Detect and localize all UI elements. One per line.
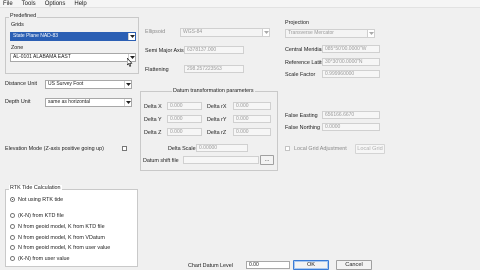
central-meridian-field[interactable]: 085°50'00.0000"W	[322, 45, 380, 53]
chevron-down-icon[interactable]	[128, 33, 135, 40]
projection-label: Projection	[285, 20, 309, 26]
chevron-down-icon[interactable]	[124, 81, 131, 88]
datum-legend: Datum transformation parameters	[172, 88, 255, 94]
delta-y-label: Delta Y	[144, 117, 162, 123]
delta-rz-label: Delta rZ	[207, 130, 227, 136]
rtk-option-radio-5[interactable]	[10, 256, 15, 261]
semi-major-axis-field[interactable]: 6378137.000	[184, 46, 244, 54]
false-easting-field[interactable]: 656166.6670	[322, 111, 380, 119]
chevron-down-icon[interactable]	[124, 99, 131, 106]
rtk-option-label-4: N from geoid model, K from user value	[18, 245, 111, 251]
datum-shift-file-label: Datum shift file	[143, 158, 179, 164]
rtk-option-radio-0[interactable]	[10, 197, 15, 202]
delta-ry-label: Delta rY	[207, 117, 227, 123]
flattening-label: Flattening	[145, 67, 169, 73]
menu-tools[interactable]: Tools	[22, 1, 36, 7]
local-grid-adjustment-label: Local Grid Adjustment	[294, 146, 347, 152]
reference-latitude-field[interactable]: 30°30'00.0000"N	[322, 58, 380, 66]
ok-button[interactable]: OK	[293, 260, 329, 270]
rtk-option-label-0: Not using RTK tide	[18, 197, 64, 203]
depth-unit-select[interactable]: same as horizontal	[45, 98, 132, 107]
rtk-option-radio-2[interactable]	[10, 224, 15, 229]
chevron-down-icon[interactable]	[367, 30, 374, 37]
delta-z-field[interactable]: 0.000	[167, 128, 202, 136]
distance-unit-select[interactable]: US Survey Foot	[45, 80, 132, 89]
predefined-group	[5, 17, 139, 74]
distance-unit-value: US Survey Foot	[48, 81, 84, 87]
false-easting-label: False Easting	[285, 113, 318, 119]
flattening-field[interactable]: 298.257223563	[184, 65, 244, 73]
false-northing-label: False Northing	[285, 125, 321, 131]
ellipsoid-value: WGS-84	[183, 29, 203, 35]
predefined-legend: Predefined	[9, 13, 38, 19]
chart-datum-level-label: Chart Datum Level	[188, 263, 233, 269]
ellipsoid-label: Ellipsoid	[145, 29, 166, 35]
delta-z-label: Delta Z	[144, 130, 162, 136]
mouse-cursor-icon	[127, 58, 133, 67]
projection-value: Transverse Mercator	[288, 30, 334, 36]
rtk-option-radio-4[interactable]	[10, 245, 15, 250]
local-grid-button[interactable]: Local Grid	[355, 144, 385, 154]
delta-x-label: Delta X	[144, 104, 162, 110]
semi-major-axis-label: Semi Major Axis	[145, 48, 184, 54]
chart-datum-level-field[interactable]: 0.00	[246, 261, 290, 269]
delta-x-field[interactable]: 0.000	[167, 102, 202, 110]
grids-select[interactable]: State Plane NAD-83	[10, 32, 136, 41]
elevation-mode-label: Elevation Mode (Z-axis positive going up…	[5, 146, 104, 152]
rtk-tide-legend: RTK Tide Calculation	[9, 185, 62, 191]
zone-label: Zone	[11, 45, 24, 51]
menu-help[interactable]: Help	[74, 1, 86, 7]
rtk-option-label-3: N from geoid model, K from VDatum	[18, 235, 105, 241]
local-grid-adjustment-checkbox[interactable]	[285, 146, 290, 151]
delta-ry-field[interactable]: 0.000	[233, 115, 271, 123]
elevation-mode-checkbox[interactable]	[122, 146, 127, 151]
delta-rz-field[interactable]: 0.000	[233, 128, 271, 136]
scale-factor-field[interactable]: 0.999960000	[322, 70, 380, 78]
datum-shift-file-field[interactable]	[183, 156, 259, 164]
false-northing-field[interactable]: 0.0000	[322, 123, 380, 131]
grids-value: State Plane NAD-83	[13, 33, 59, 39]
menu-bar: File Tools Options Help	[0, 0, 480, 8]
chevron-down-icon[interactable]	[262, 29, 269, 36]
zone-select[interactable]: AL-0101 ALABAMA EAST	[10, 53, 136, 62]
central-meridian-label: Central Meridian	[285, 47, 325, 53]
delta-scale-label: Delta Scale	[168, 146, 196, 152]
rtk-option-label-1: (K-N) from KTD file	[18, 213, 64, 219]
menu-file[interactable]: File	[3, 1, 13, 7]
scale-factor-label: Scale Factor	[285, 72, 316, 78]
rtk-option-label-5: (K-N) from user value	[18, 256, 70, 262]
distance-unit-label: Distance Unit	[5, 81, 38, 87]
depth-unit-value: same as horizontal	[48, 99, 90, 105]
rtk-option-radio-3[interactable]	[10, 235, 15, 240]
delta-y-field[interactable]: 0.000	[167, 115, 202, 123]
ellipsoid-select[interactable]: WGS-84	[180, 28, 270, 37]
menu-options[interactable]: Options	[45, 1, 66, 7]
cancel-button[interactable]: Cancel	[336, 260, 372, 270]
depth-unit-label: Depth Unit	[5, 99, 31, 105]
browse-datum-shift-button[interactable]: ...	[260, 155, 274, 165]
delta-rx-label: Delta rX	[207, 104, 227, 110]
delta-scale-field[interactable]: 0.00000	[196, 144, 248, 152]
delta-rx-field[interactable]: 0.000	[233, 102, 271, 110]
rtk-option-label-2: N from geoid model, K from KTD file	[18, 224, 105, 230]
projection-select[interactable]: Transverse Mercator	[285, 29, 375, 38]
zone-value: AL-0101 ALABAMA EAST	[13, 54, 71, 60]
rtk-option-radio-1[interactable]	[10, 213, 15, 218]
grids-label: Grids	[11, 22, 24, 28]
